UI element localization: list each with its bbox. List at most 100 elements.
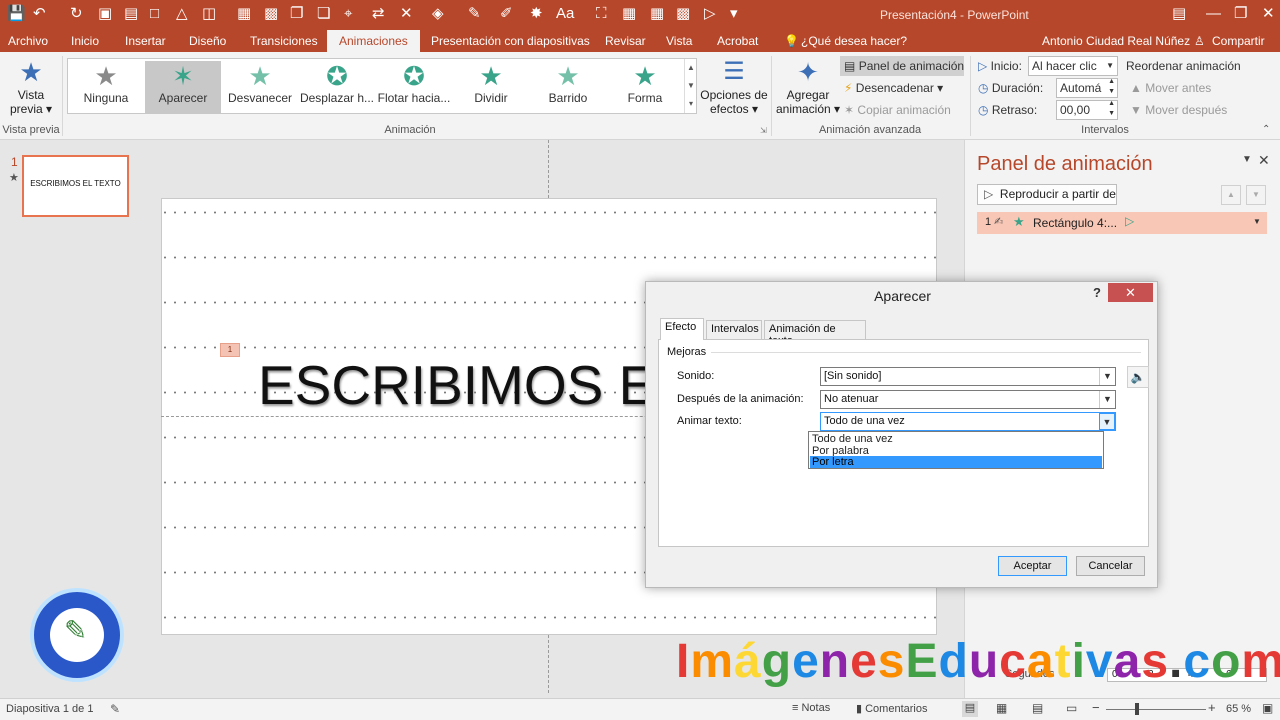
tab-intervalos[interactable]: Intervalos <box>706 320 762 339</box>
bring-forward-icon[interactable]: ❐ <box>290 4 303 24</box>
gallery-item-forma[interactable]: ★ Forma <box>607 61 683 113</box>
slide-title-text[interactable]: ESCRIBIMOS EL <box>258 352 686 418</box>
dialog-close-button[interactable]: ✕ <box>1108 283 1153 302</box>
restore-icon[interactable]: ❐ <box>1234 4 1247 24</box>
group-icon[interactable]: ▩ <box>264 4 278 24</box>
distribute-icon[interactable]: ▦ <box>622 4 636 24</box>
fit-slide-icon[interactable]: ▣ <box>1262 701 1273 715</box>
move-later-button[interactable]: ▼ Mover después <box>1130 102 1227 118</box>
effect-options-button[interactable]: ☰ Opciones de efectos ▾ <box>700 56 768 116</box>
animation-list-item[interactable]: 1 ✍ ★ Rectángulo 4:... ▷ ▼ <box>977 212 1267 234</box>
close-pane-icon[interactable]: ✕ <box>1258 152 1270 169</box>
tell-me-input[interactable]: ¿Qué desea hacer? <box>801 33 907 49</box>
textbox-icon[interactable]: □ <box>150 4 159 24</box>
zoom-out-icon[interactable]: − <box>1092 700 1100 715</box>
layout-icon[interactable]: ▤ <box>124 4 138 24</box>
trigger-button[interactable]: ⚡ Desencadenar ▾ <box>844 80 943 96</box>
font-icon[interactable]: Aa <box>556 4 574 24</box>
draw-icon[interactable]: ✐ <box>500 4 513 24</box>
animation-order-tag[interactable]: 1 <box>220 343 240 357</box>
collapse-ribbon-icon[interactable]: ⌃ <box>1262 124 1270 135</box>
option-todo[interactable]: Todo de una vez <box>810 433 1102 445</box>
move-earlier-button[interactable]: ▲ Mover antes <box>1130 80 1211 96</box>
gallery-item-barrido[interactable]: ★ Barrido <box>530 61 606 113</box>
tab-inicio[interactable]: Inicio <box>71 33 99 49</box>
shapes-icon[interactable]: △ <box>176 4 188 24</box>
tab-acrobat[interactable]: Acrobat <box>717 33 758 49</box>
start-slideshow-icon[interactable]: ▣ <box>98 4 112 24</box>
tab-animacion-texto[interactable]: Animación de texto <box>764 320 866 347</box>
tab-archivo[interactable]: Archivo <box>8 33 48 49</box>
gallery-item-ninguna[interactable]: ★ Ninguna <box>68 61 144 113</box>
close-window-icon[interactable]: ✕ <box>1262 4 1275 24</box>
gallery-item-desvanecer[interactable]: ★ Desvanecer <box>222 61 298 113</box>
delay-spinner[interactable]: 00,00 ▲ ▼ <box>1056 100 1118 120</box>
speaker-button[interactable]: 🔈 <box>1127 366 1149 388</box>
tab-presentacion[interactable]: Presentación con diapositivas <box>431 33 590 49</box>
fill-icon[interactable]: ◈ <box>432 4 444 24</box>
help-button[interactable]: ? <box>1093 285 1101 300</box>
zoom-level[interactable]: 65 % <box>1226 703 1251 715</box>
send-backward-icon[interactable]: ❏ <box>317 4 330 24</box>
tab-efecto[interactable]: Efecto <box>660 318 704 340</box>
after-animation-select[interactable]: No atenuar ▼ <box>820 390 1116 409</box>
crop-icon[interactable]: ⌖ <box>344 4 352 24</box>
save-icon[interactable]: 💾 <box>7 4 26 24</box>
spellcheck-icon[interactable]: ✎ <box>110 702 120 716</box>
move-up-button[interactable]: ▲ <box>1221 185 1241 205</box>
gallery-item-flotar[interactable]: ✪ Flotar hacia... <box>376 61 452 113</box>
add-animation-button[interactable]: ✦ Agregar animación ▾ <box>775 56 841 116</box>
arrange-icon[interactable]: ◫ <box>202 4 216 24</box>
sound-select[interactable]: [Sin sonido] ▼ <box>820 367 1116 386</box>
ribbon-options-icon[interactable]: ▤ <box>1172 4 1186 24</box>
replace-icon[interactable]: ⇄ <box>372 4 385 24</box>
gallery-item-aparecer[interactable]: ✶ Aparecer <box>145 61 221 113</box>
option-letra[interactable]: Por letra <box>810 456 1102 468</box>
play-from-button[interactable]: ▷ Reproducir a partir de <box>977 184 1117 205</box>
reading-view-icon[interactable]: ▤ <box>1032 701 1043 715</box>
ruler-icon[interactable]: ▷ <box>704 4 716 24</box>
tab-diseno[interactable]: Diseño <box>189 33 226 49</box>
slide-sorter-icon[interactable]: ▦ <box>996 701 1007 715</box>
notes-button[interactable]: ≡ Notas <box>792 702 830 714</box>
move-down-button[interactable]: ▼ <box>1246 185 1266 205</box>
table-icon[interactable]: ▦ <box>650 4 664 24</box>
user-name[interactable]: Antonio Ciudad Real Núñez <box>1042 33 1190 49</box>
slideshow-view-icon[interactable]: ▭ <box>1066 701 1077 715</box>
effects-icon[interactable]: ✸ <box>530 4 543 24</box>
tab-animaciones[interactable]: Animaciones <box>327 30 420 52</box>
tab-insertar[interactable]: Insertar <box>125 33 166 49</box>
tab-vista[interactable]: Vista <box>666 33 692 49</box>
cancel-button[interactable]: Cancelar <box>1076 556 1145 576</box>
customize-icon[interactable]: ▾ <box>730 4 738 24</box>
copy-animation-button[interactable]: ✶ Copiar animación <box>844 102 951 118</box>
gallery-item-dividir[interactable]: ★ Dividir <box>453 61 529 113</box>
align-icon[interactable]: ⛶ <box>596 4 607 24</box>
eraser-icon[interactable]: ✕ <box>400 4 413 24</box>
anim-pane-button[interactable]: ▤ Panel de animación <box>844 58 964 74</box>
grid-icon[interactable]: ▩ <box>676 4 690 24</box>
gallery-scroll[interactable]: ▲ ▼ ▾ <box>684 59 697 113</box>
animate-text-select[interactable]: Todo de una vez ▼ <box>820 412 1116 431</box>
tab-revisar[interactable]: Revisar <box>605 33 646 49</box>
duration-spinner[interactable]: Automá ▲ ▼ <box>1056 78 1118 98</box>
normal-view-icon[interactable]: ▤ <box>962 701 978 717</box>
redo-icon[interactable]: ↻ <box>70 4 83 24</box>
item-menu-arrow-icon[interactable]: ▼ <box>1253 217 1261 226</box>
gallery-item-desplazar[interactable]: ✪ Desplazar h... <box>299 61 375 113</box>
slide-thumbnail[interactable]: ESCRIBIMOS EL TEXTO <box>22 155 129 217</box>
share-button[interactable]: Compartir <box>1212 33 1265 49</box>
preview-button[interactable]: ★ Vista previa ▾ <box>8 56 54 116</box>
start-select[interactable]: Al hacer clic ▼ <box>1028 56 1118 76</box>
zoom-slider-thumb[interactable] <box>1135 703 1139 715</box>
zoom-in-icon[interactable]: + <box>1208 700 1216 715</box>
pane-options-icon[interactable]: ▼ <box>1242 154 1252 165</box>
comments-button[interactable]: ▮ Comentarios <box>856 702 927 715</box>
zoom-slider-track[interactable] <box>1106 709 1206 710</box>
ok-button[interactable]: Aceptar <box>998 556 1067 576</box>
picture-icon[interactable]: ▦ <box>237 4 251 24</box>
undo-icon[interactable]: ↶ <box>33 4 46 24</box>
tab-transiciones[interactable]: Transiciones <box>250 33 318 49</box>
minimize-icon[interactable]: — <box>1206 4 1221 24</box>
dialog-launcher-icon[interactable]: ⇲ <box>760 126 767 135</box>
